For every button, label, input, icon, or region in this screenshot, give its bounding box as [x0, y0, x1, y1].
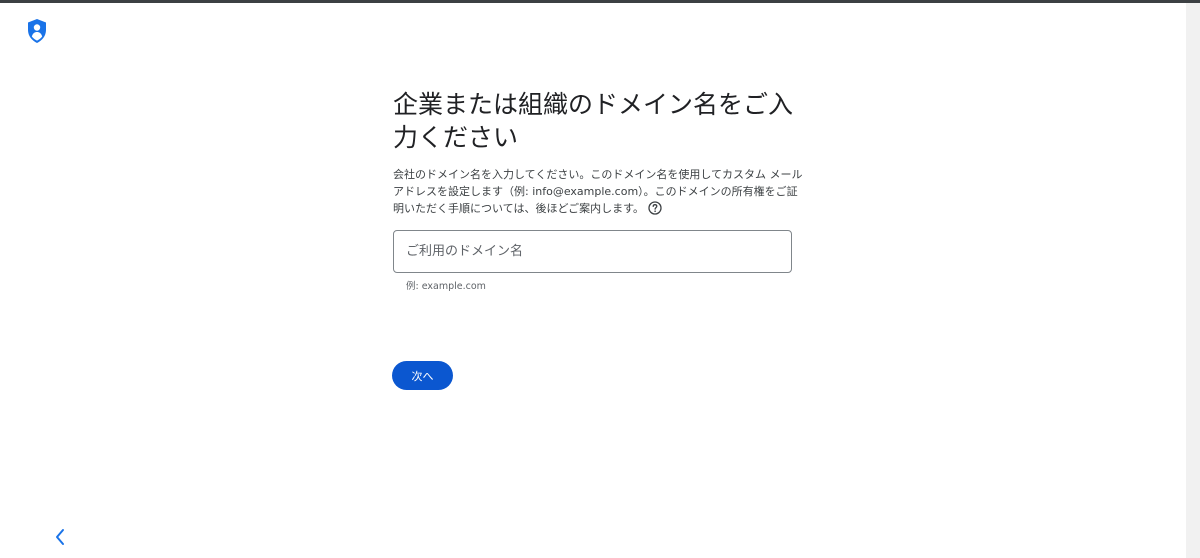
- domain-field: [393, 230, 792, 273]
- shield-person-icon: [26, 18, 48, 44]
- next-button[interactable]: 次へ: [392, 361, 453, 390]
- domain-hint: 例: example.com: [406, 281, 486, 292]
- back-button[interactable]: [50, 526, 70, 548]
- domain-input[interactable]: [394, 231, 791, 272]
- page-description: 会社のドメイン名を入力してください。このドメイン名を使用してカスタム メールアド…: [393, 166, 805, 217]
- description-text: 会社のドメイン名を入力してください。このドメイン名を使用してカスタム メールアド…: [393, 168, 803, 215]
- domain-form-content: 企業または組織のドメイン名をご入力ください 会社のドメイン名を入力してください。…: [393, 88, 803, 217]
- scrollbar-track[interactable]: [1186, 3, 1200, 558]
- help-circle-icon[interactable]: [648, 201, 662, 215]
- page-title: 企業または組織のドメイン名をご入力ください: [393, 90, 794, 152]
- window-top-bar: [0, 0, 1200, 3]
- chevron-left-icon: [50, 529, 70, 551]
